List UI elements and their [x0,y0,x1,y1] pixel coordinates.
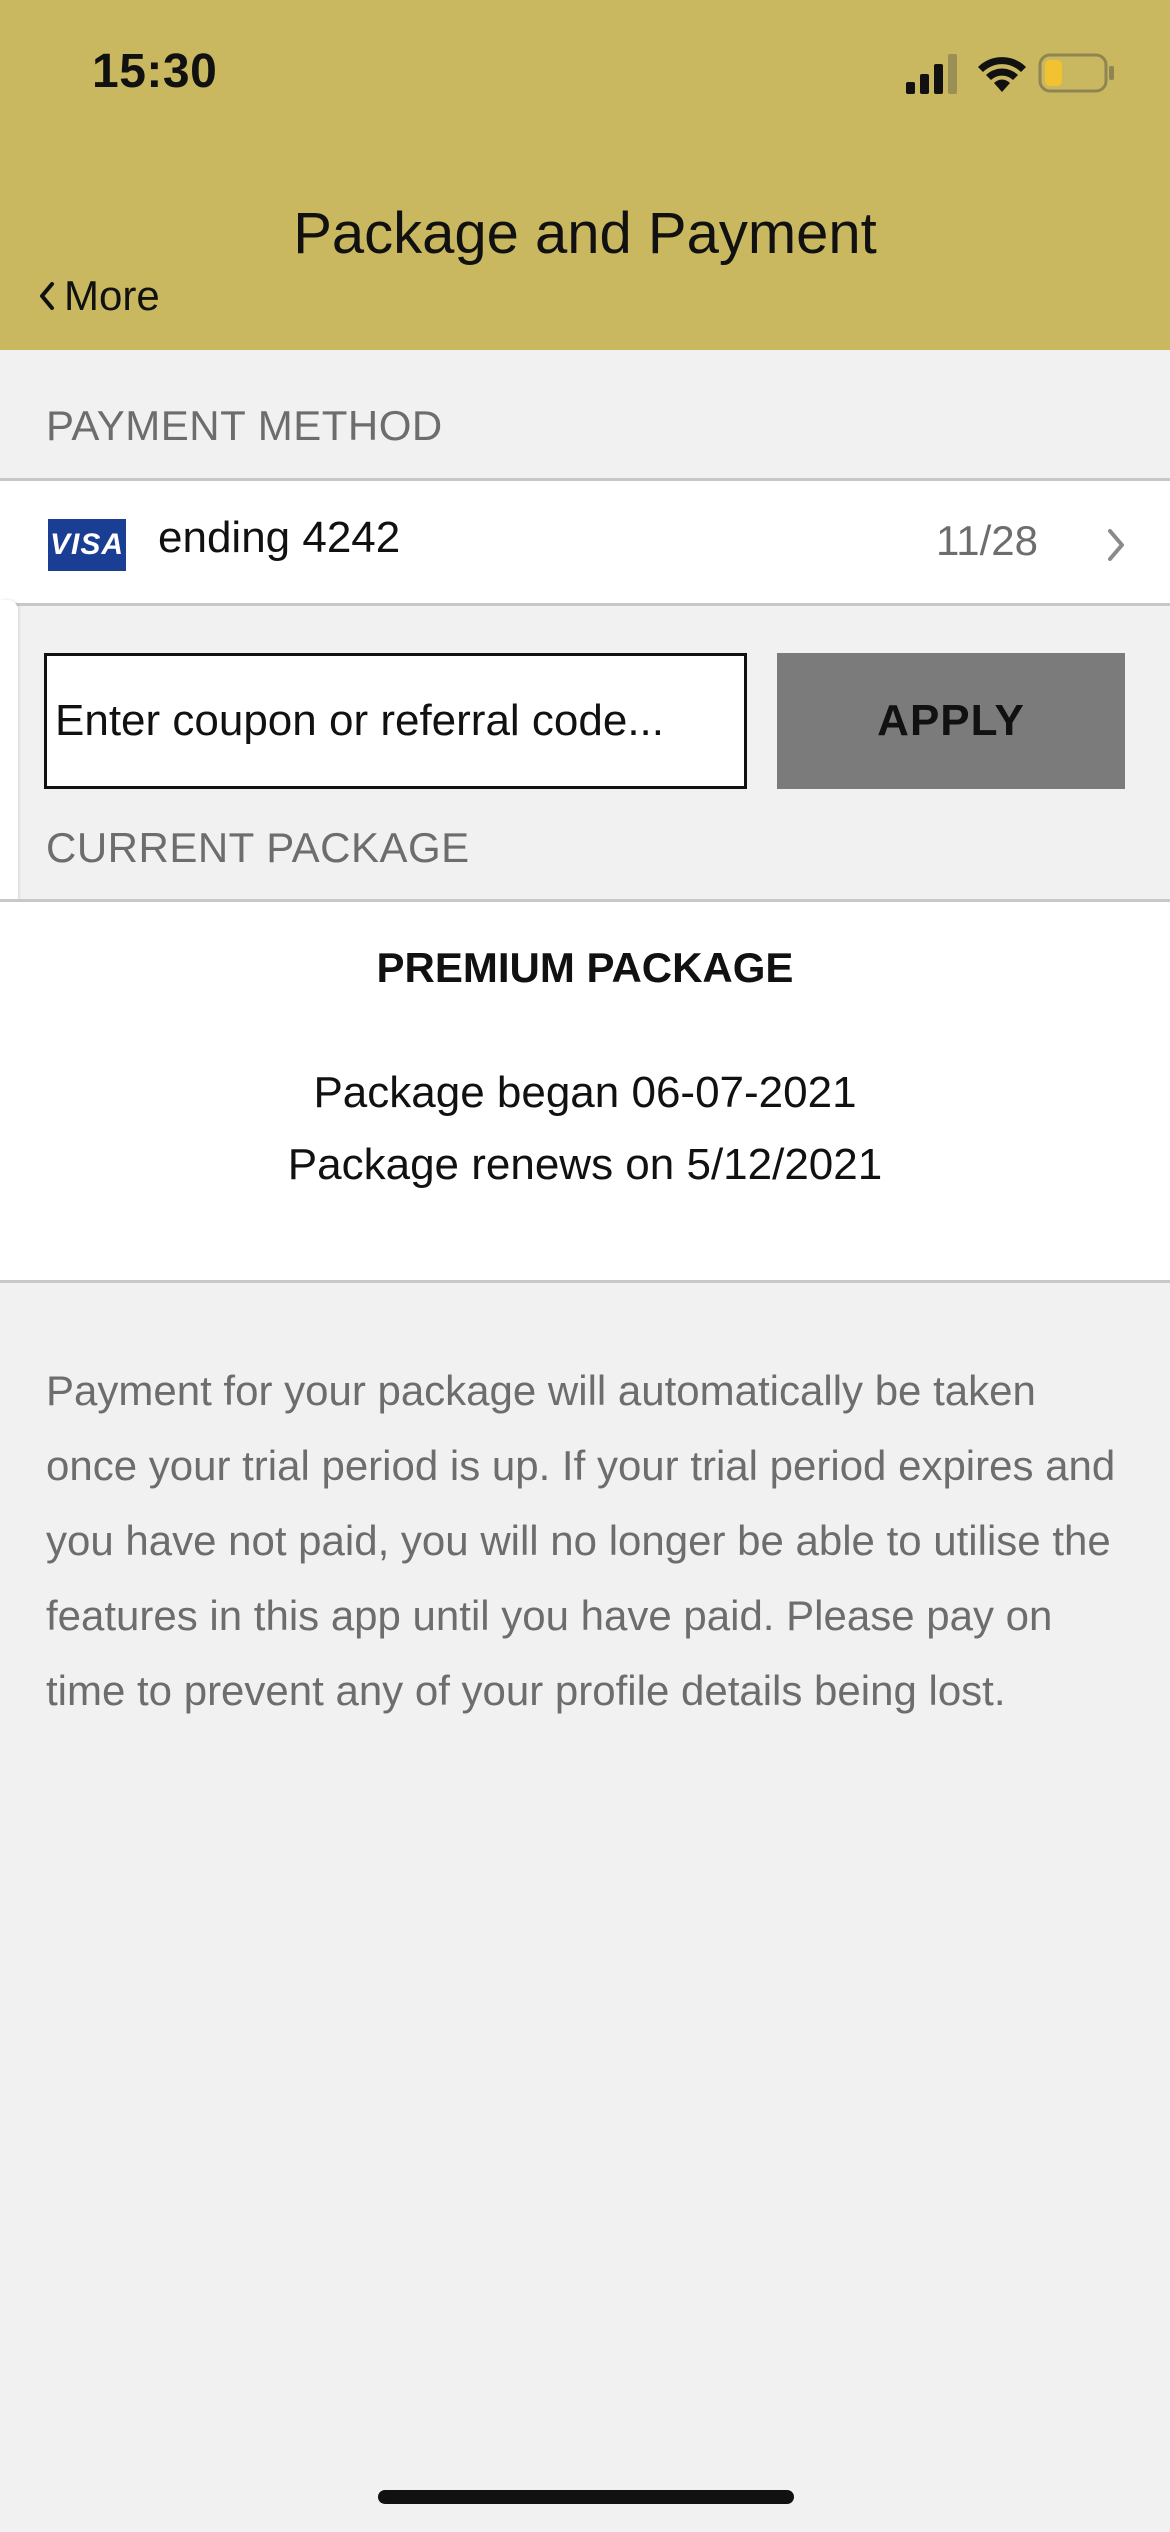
chevron-right-icon [1108,529,1124,561]
card-expiry: 11/28 [936,517,1038,564]
battery-icon [1038,53,1114,93]
wifi-icon [978,57,1026,92]
page-title: Package and Payment [293,201,877,266]
package-name: PREMIUM PACKAGE [376,944,794,991]
payment-method-row[interactable]: VISA ending 4242 11/28 [0,478,1170,606]
payment-method-label: PAYMENT METHOD [46,402,443,449]
back-button[interactable]: More [36,268,160,324]
payment-info-text: Payment for your package will automatica… [46,1367,1116,1714]
signal-icon [906,54,957,94]
visa-card-icon: VISA [48,519,126,571]
apply-button[interactable]: APPLY [777,653,1125,789]
current-package-label: CURRENT PACKAGE [46,824,470,871]
battery-level-fill [1045,60,1062,86]
package-card: PREMIUM PACKAGE Package began 06-07-2021… [0,899,1170,1283]
chevron-left-icon [40,282,54,310]
back-button-label: More [64,272,160,319]
status-time: 15:30 [92,45,218,98]
package-renews: Package renews on 5/12/2021 [287,1140,883,1189]
card-ending: ending 4242 [158,513,401,562]
home-indicator[interactable] [378,2490,794,2504]
coupon-input[interactable] [44,653,747,789]
nav-header: 15:30 Package and Payment More [0,0,1170,350]
package-began: Package began 06-07-2021 [313,1068,857,1117]
